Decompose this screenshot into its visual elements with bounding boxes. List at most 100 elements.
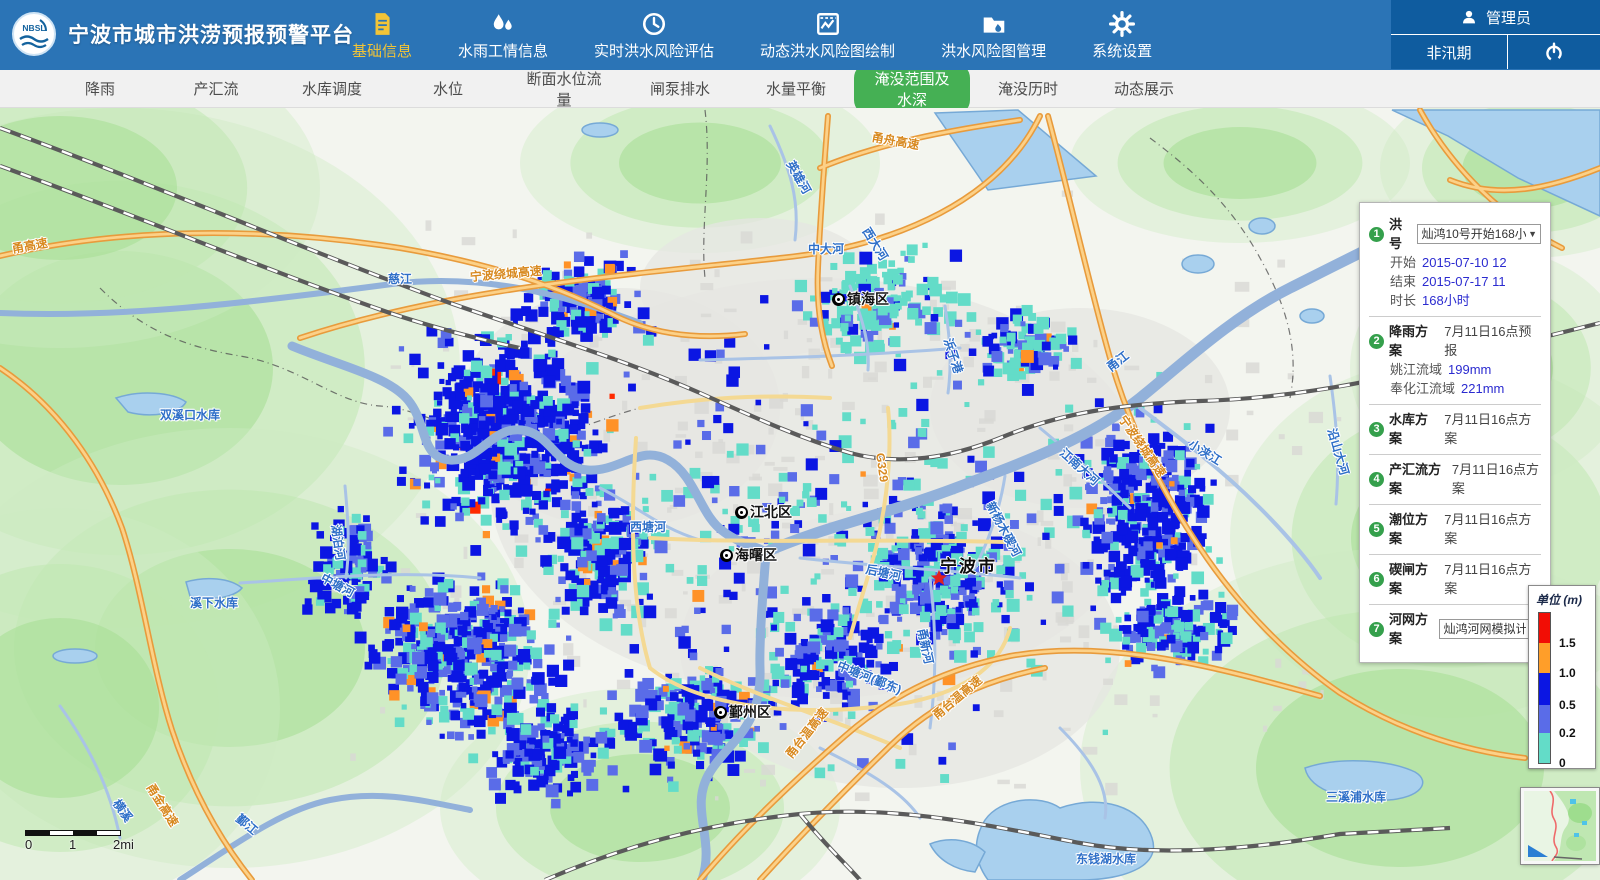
panel-subrow: 开始 2015-07-10 12 bbox=[1369, 253, 1541, 272]
subrow-label: 姚江流域 bbox=[1390, 360, 1442, 379]
scale-label: 1 bbox=[69, 837, 76, 852]
season-label: 非汛期 bbox=[1426, 42, 1471, 63]
panel-row-value: 7月11日16点方案 bbox=[1444, 510, 1541, 548]
nav-item-label: 水雨工情信息 bbox=[458, 40, 548, 61]
tab-10[interactable]: 动态展示 bbox=[1086, 73, 1202, 104]
subrow-value: 168小时 bbox=[1422, 291, 1470, 310]
legend-tick-label: 0.5 bbox=[1559, 698, 1576, 712]
main-nav: 基础信息 水雨工情信息 实时洪水风险评估动态洪水风险图绘制 洪水风险图管理 系统设置 bbox=[352, 0, 1152, 70]
panel-row-title: 水库方案 bbox=[1389, 410, 1439, 448]
subrow-value: 2015-07-10 12 bbox=[1422, 253, 1507, 272]
legend-tick-label: 0.2 bbox=[1559, 726, 1576, 740]
tab-label: 水位 bbox=[419, 73, 477, 104]
tab-4[interactable]: 水位 bbox=[390, 73, 506, 104]
nav-item-label: 洪水风险图管理 bbox=[941, 40, 1046, 61]
panel-select[interactable]: 灿鸿10号开始168小时▼ bbox=[1417, 224, 1541, 244]
panel-row-title: 产汇流方案 bbox=[1389, 460, 1447, 498]
panel-row-title: 碶闸方案 bbox=[1389, 560, 1439, 598]
subrow-label: 时长 bbox=[1390, 291, 1416, 310]
panel-group-1: 1 洪号灿鸿10号开始168小时▼开始 2015-07-10 12结束2015-07… bbox=[1369, 210, 1541, 316]
subrow-label: 结束 bbox=[1390, 272, 1416, 291]
nav-item-water-rain[interactable]: 水雨工情信息 bbox=[458, 9, 548, 61]
step-badge: 1 bbox=[1369, 227, 1384, 242]
panel-row-title: 洪号 bbox=[1389, 215, 1412, 253]
settings-gear-icon bbox=[1109, 9, 1135, 37]
scale-bar-labels: 012mi bbox=[25, 836, 121, 852]
panel-group-2: 2降雨方案7月11日16点预报姚江流域199mm奉化江流域221mm bbox=[1369, 316, 1541, 404]
nav-item-dynamic-chart[interactable]: 动态洪水风险图绘制 bbox=[760, 9, 895, 61]
tab-3[interactable]: 水库调度 bbox=[274, 73, 390, 104]
panel-row: 2降雨方案7月11日16点预报 bbox=[1369, 322, 1541, 360]
subrow-label: 奉化江流域 bbox=[1390, 379, 1455, 398]
nav-item-label: 系统设置 bbox=[1092, 40, 1152, 61]
step-badge: 4 bbox=[1369, 472, 1384, 487]
nav-item-basic-info[interactable]: 基础信息 bbox=[352, 9, 412, 61]
basic-info-icon bbox=[369, 9, 395, 37]
legend-segment bbox=[1539, 705, 1550, 733]
step-badge: 5 bbox=[1369, 522, 1384, 537]
app-header: NBSL 宁波市城市洪涝预报预警平台 基础信息 水雨工情信息 实时洪水风险评估动态洪… bbox=[0, 0, 1600, 70]
scenario-panel: 1 洪号灿鸿10号开始168小时▼开始 2015-07-10 12结束2015-07… bbox=[1359, 202, 1551, 663]
tab-8[interactable]: 淹没范围及水深 bbox=[854, 63, 970, 115]
logo-wrap: NBSL 宁波市城市洪涝预报预警平台 bbox=[10, 10, 354, 58]
panel-select-value: 灿鸿河网模拟计算 bbox=[1443, 620, 1526, 639]
svg-text:NBSL: NBSL bbox=[22, 23, 45, 33]
scale-bar: 012mi bbox=[25, 830, 121, 852]
panel-row-title: 降雨方案 bbox=[1389, 322, 1439, 360]
panel-row: 5潮位方案7月11日16点方案 bbox=[1369, 510, 1541, 548]
panel-group-6: 6碶闸方案7月11日16点方案 bbox=[1369, 554, 1541, 604]
subrow-value: 199mm bbox=[1448, 360, 1491, 379]
dynamic-chart-icon bbox=[815, 9, 841, 37]
map-folder-icon bbox=[981, 9, 1007, 37]
panel-row: 1 洪号灿鸿10号开始168小时▼ bbox=[1369, 215, 1541, 253]
panel-select[interactable]: 灿鸿河网模拟计算▼ bbox=[1439, 619, 1541, 639]
panel-row-value: 7月11日16点方案 bbox=[1444, 560, 1541, 598]
panel-row: 7河网方案灿鸿河网模拟计算▼ bbox=[1369, 610, 1541, 648]
chevron-down-icon: ▼ bbox=[1528, 225, 1537, 244]
tab-label: 断面水位流量 bbox=[506, 63, 622, 115]
nav-item-label: 基础信息 bbox=[352, 40, 412, 61]
panel-group-3: 3 水库方案7月11日16点方案 bbox=[1369, 404, 1541, 454]
platform-logo-icon: NBSL bbox=[10, 10, 58, 58]
tab-5[interactable]: 断面水位流量 bbox=[506, 63, 622, 115]
step-badge: 7 bbox=[1369, 622, 1384, 637]
subrow-label: 开始 bbox=[1390, 253, 1416, 272]
tab-9[interactable]: 淹没历时 bbox=[970, 73, 1086, 104]
sub-nav: 降雨产汇流水库调度水位断面水位流量闸泵排水水量平衡淹没范围及水深淹没历时动态展示 bbox=[0, 70, 1600, 108]
panel-group-4: 4产汇流方案7月11日16点方案 bbox=[1369, 454, 1541, 504]
nav-item-map-folder[interactable]: 洪水风险图管理 bbox=[941, 9, 1046, 61]
legend-color-bar: 1.51.00.50.20 bbox=[1538, 612, 1551, 764]
subrow-value: 221mm bbox=[1461, 379, 1504, 398]
logout-button[interactable] bbox=[1508, 35, 1600, 69]
scale-label: 0 bbox=[25, 837, 32, 852]
season-toggle[interactable]: 非汛期 bbox=[1391, 35, 1507, 69]
step-badge: 2 bbox=[1369, 334, 1384, 349]
legend-segment bbox=[1539, 673, 1550, 705]
nav-item-settings-gear[interactable]: 系统设置 bbox=[1092, 9, 1152, 61]
tab-label: 闸泵排水 bbox=[636, 73, 724, 104]
legend-title: 单位 (m) bbox=[1536, 591, 1591, 608]
minimap-image bbox=[1524, 791, 1596, 861]
overview-minimap[interactable] bbox=[1521, 788, 1599, 864]
panel-subrow: 结束2015-07-17 11 bbox=[1369, 272, 1541, 291]
realtime-clock-icon bbox=[641, 9, 667, 37]
tab-7[interactable]: 水量平衡 bbox=[738, 73, 854, 104]
step-badge: 3 bbox=[1369, 422, 1384, 437]
legend-tick-label: 1.0 bbox=[1559, 666, 1576, 680]
page-title: 宁波市城市洪涝预报预警平台 bbox=[68, 19, 354, 49]
power-icon bbox=[1543, 41, 1565, 63]
nav-item-realtime-clock[interactable]: 实时洪水风险评估 bbox=[594, 9, 714, 61]
tab-2[interactable]: 产汇流 bbox=[158, 73, 274, 104]
nav-item-label: 动态洪水风险图绘制 bbox=[760, 40, 895, 61]
tab-1[interactable]: 降雨 bbox=[42, 73, 158, 104]
tab-label: 淹没历时 bbox=[984, 73, 1072, 104]
tab-6[interactable]: 闸泵排水 bbox=[622, 73, 738, 104]
map-viewport[interactable]: 镇海区江北区海曙区鄞州区宁波市慈江英雄河中大河西大河浜子港甬江小浃江江南大河沿山… bbox=[0, 108, 1600, 880]
tab-label: 淹没范围及水深 bbox=[854, 63, 970, 115]
panel-row-value: 7月11日16点方案 bbox=[1444, 410, 1541, 448]
panel-row: 3 水库方案7月11日16点方案 bbox=[1369, 410, 1541, 448]
user-menu[interactable]: 管理员 bbox=[1391, 0, 1600, 34]
legend-segment bbox=[1539, 613, 1550, 643]
legend-segment bbox=[1539, 643, 1550, 673]
legend-segment bbox=[1539, 733, 1550, 763]
